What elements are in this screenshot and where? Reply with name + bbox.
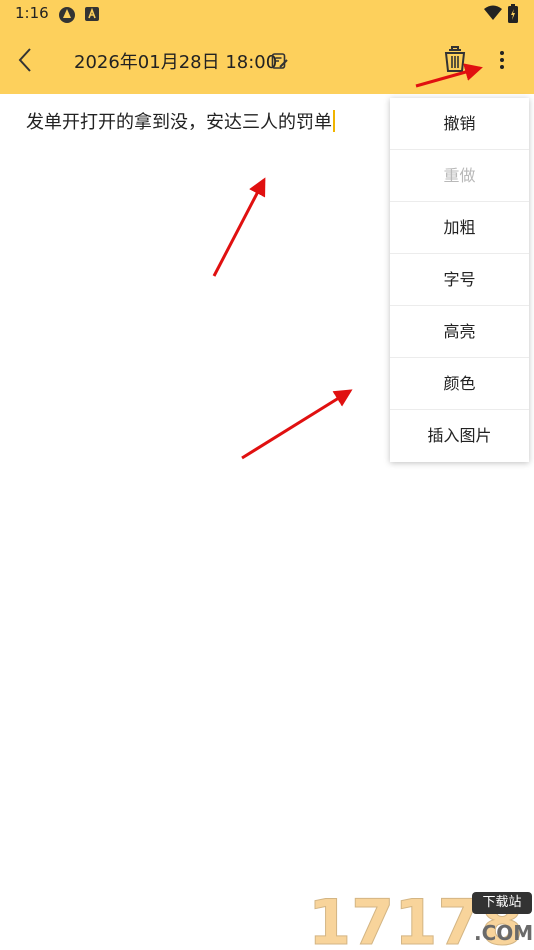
more-options-icon[interactable] bbox=[492, 46, 512, 74]
note-text: 发单开打开的拿到没，安达三人的罚单 bbox=[26, 112, 332, 133]
trash-icon[interactable] bbox=[440, 44, 470, 74]
text-cursor bbox=[333, 110, 335, 132]
battery-icon bbox=[508, 4, 518, 23]
toolbar: 2026年01月28日 18:00 bbox=[0, 28, 534, 94]
annotation-arrow-text bbox=[212, 177, 266, 277]
annotation-arrow-menu bbox=[241, 389, 353, 460]
menu-item-undo[interactable]: 撤销 bbox=[390, 98, 529, 150]
watermark-domain: .COM bbox=[474, 921, 533, 945]
note-editor[interactable]: 发单开打开的拿到没，安达三人的罚单 bbox=[26, 108, 335, 134]
wifi-icon bbox=[484, 5, 502, 20]
app-notification-icon bbox=[59, 7, 75, 23]
menu-item-color[interactable]: 颜色 bbox=[390, 358, 529, 410]
menu-item-insert-image[interactable]: 插入图片 bbox=[390, 410, 529, 462]
status-time: 1:16 bbox=[15, 4, 49, 22]
menu-item-highlight[interactable]: 高亮 bbox=[390, 306, 529, 358]
menu-item-font-size[interactable]: 字号 bbox=[390, 254, 529, 306]
back-arrow-icon[interactable] bbox=[14, 46, 38, 74]
a-notification-icon bbox=[85, 7, 99, 21]
menu-item-redo[interactable]: 重做 bbox=[390, 150, 529, 202]
menu-item-bold[interactable]: 加粗 bbox=[390, 202, 529, 254]
watermark-sub-label: 下载站 bbox=[472, 892, 532, 914]
note-timestamp-title: 2026年01月28日 18:00 bbox=[74, 52, 278, 73]
status-bar: 1:16 bbox=[0, 0, 534, 28]
edit-note-icon[interactable] bbox=[271, 52, 289, 70]
app-header: 1:16 2026年01月28日 18:00 bbox=[0, 0, 534, 94]
overflow-menu: 撤销 重做 加粗 字号 高亮 颜色 插入图片 bbox=[390, 98, 529, 462]
